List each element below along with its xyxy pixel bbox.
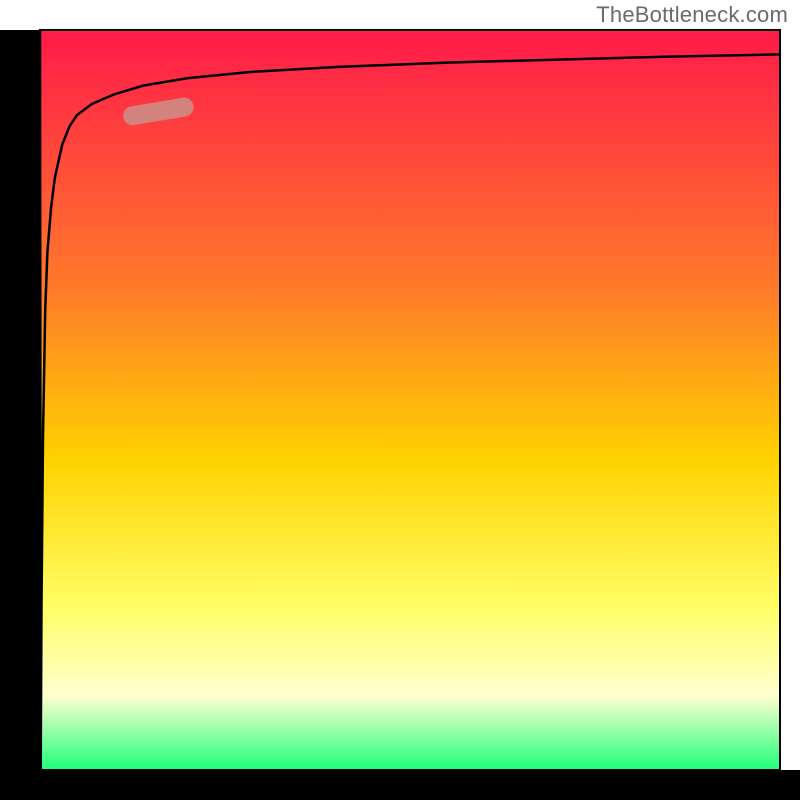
bottleneck-chart [0,0,800,800]
x-axis-spine [0,770,800,800]
chart-container: TheBottleneck.com [0,0,800,800]
plot-gradient-background [40,30,780,770]
y-axis-spine [0,30,40,775]
watermark-text: TheBottleneck.com [596,2,788,28]
